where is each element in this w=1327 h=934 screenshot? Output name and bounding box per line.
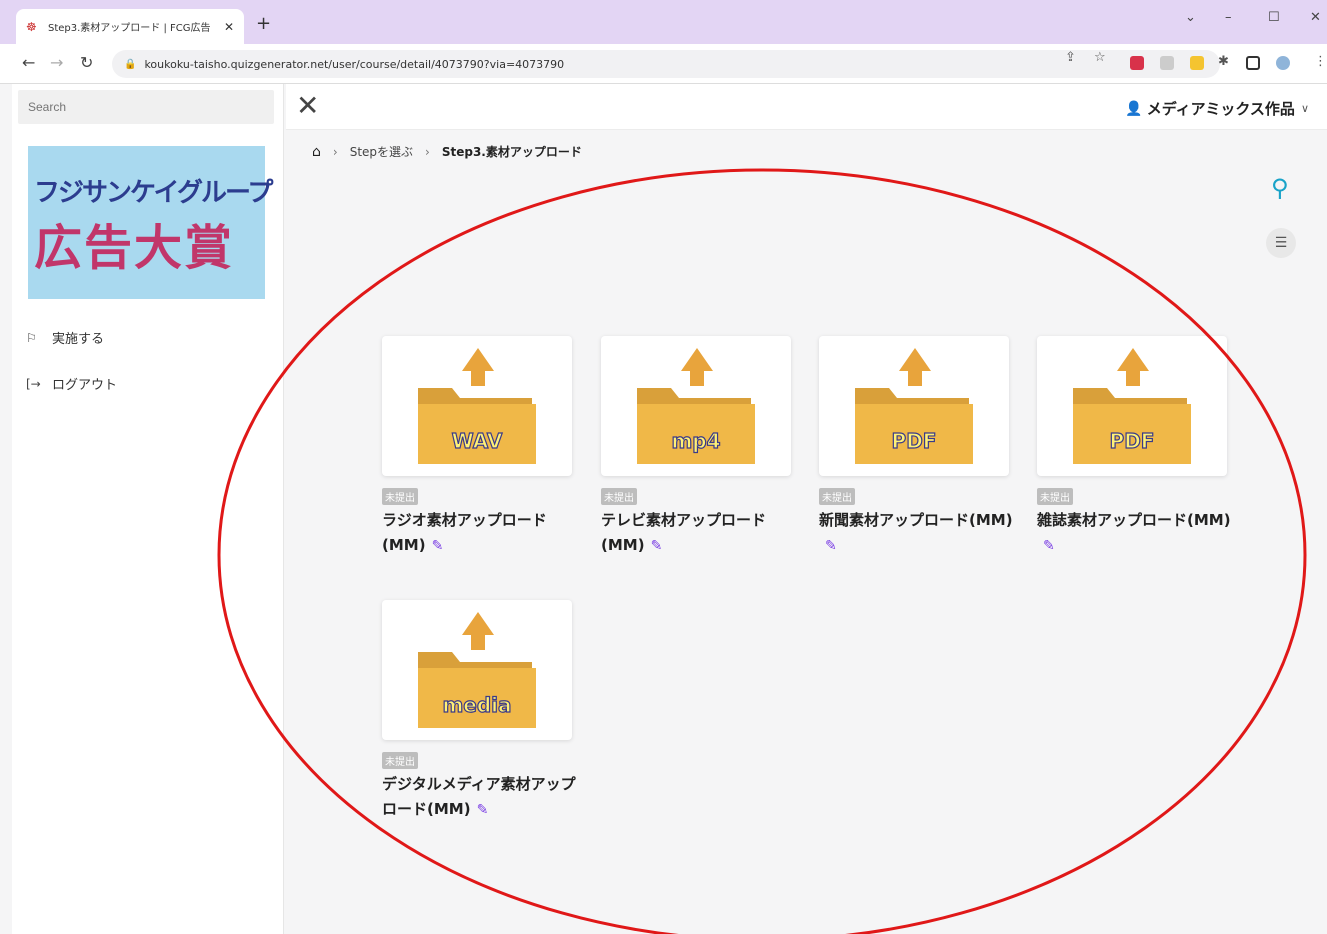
upload-card[interactable]: media 未提出 デジタルメディア素材アップロード(MM) ✎ (382, 600, 576, 823)
upload-card[interactable]: PDF 未提出 新聞素材アップロード(MM) ✎ (819, 336, 1013, 559)
card-title[interactable]: ラジオ素材アップロード(MM) ✎ (382, 508, 582, 559)
status-badge: 未提出 (819, 488, 855, 505)
upload-card[interactable]: mp4 未提出 テレビ素材アップロード(MM) ✎ (601, 336, 791, 559)
upload-card-image[interactable]: PDF (819, 336, 1009, 476)
site-favicon-icon: ☸ (26, 19, 37, 34)
edit-icon[interactable]: ✎ (825, 534, 837, 559)
breadcrumb-current: Step3.素材アップロード (441, 145, 582, 159)
breadcrumb: ⌂ › Stepを選ぶ › Step3.素材アップロード (312, 143, 582, 160)
breadcrumb-separator-icon: › (332, 144, 338, 159)
window-close-icon[interactable]: ✕ (1310, 10, 1321, 25)
browser-menu-icon[interactable]: ⋮ (1314, 54, 1327, 69)
card-title-text: テレビ素材アップロード(MM) (601, 511, 767, 554)
file-type-label: PDF (1110, 429, 1155, 453)
upload-card-image[interactable]: mp4 (601, 336, 791, 476)
chevron-down-icon: ∨ (1300, 102, 1309, 115)
user-name: メディアミックス作品 (1146, 100, 1295, 118)
card-title[interactable]: 新聞素材アップロード(MM) ✎ (819, 508, 1019, 559)
edit-icon[interactable]: ✎ (651, 534, 663, 559)
breadcrumb-separator-icon: › (425, 144, 430, 159)
forward-icon[interactable]: → (50, 54, 63, 72)
extension-icon[interactable] (1190, 56, 1204, 70)
extensions-puzzle-icon[interactable]: ✱ (1218, 54, 1229, 69)
sidebar-item-label: 実施する (52, 332, 105, 347)
breadcrumb-step-select[interactable]: Stepを選ぶ (350, 143, 413, 160)
upload-folder-icon: mp4 (637, 348, 755, 464)
card-title[interactable]: テレビ素材アップロード(MM) ✎ (601, 508, 801, 559)
close-menu-icon[interactable]: ✕ (296, 90, 319, 122)
side-panel-icon[interactable] (1246, 56, 1260, 70)
tab-close-icon[interactable]: ✕ (224, 20, 234, 34)
new-tab-button[interactable]: + (256, 14, 271, 34)
card-title[interactable]: 雑誌素材アップロード(MM) ✎ (1037, 508, 1237, 559)
card-title[interactable]: デジタルメディア素材アップロード(MM) ✎ (382, 772, 582, 823)
upload-folder-icon: PDF (1073, 348, 1191, 464)
status-badge: 未提出 (601, 488, 637, 505)
file-type-label: mp4 (671, 429, 720, 453)
sidebar-item-logout[interactable]: [→ ログアウト (26, 374, 118, 394)
status-badge: 未提出 (382, 488, 418, 505)
profile-avatar[interactable] (1276, 56, 1290, 70)
edit-icon[interactable]: ✎ (432, 534, 444, 559)
search-icon[interactable]: ⚲ (1271, 174, 1289, 202)
card-title-text: 雑誌素材アップロード(MM) (1037, 511, 1231, 529)
card-title-text: 新聞素材アップロード(MM) (819, 511, 1013, 529)
sidebar: フジサンケイグループ 広告大賞 ⚐ 実施する [→ ログアウト (12, 84, 284, 934)
upload-card[interactable]: PDF 未提出 雑誌素材アップロード(MM) ✎ (1037, 336, 1231, 559)
share-icon[interactable]: ⇪ (1065, 50, 1076, 65)
logo-line1: フジサンケイグループ (34, 178, 273, 208)
browser-toolbar: ← → ↻ 🔒 koukoku-taisho.quizgenerator.net… (0, 44, 1327, 84)
sidebar-item-label: ログアウト (52, 378, 118, 393)
sidebar-item-start[interactable]: ⚐ 実施する (26, 328, 105, 348)
status-badge: 未提出 (382, 752, 418, 769)
url-text: koukoku-taisho.quizgenerator.net/user/co… (144, 57, 565, 71)
upload-folder-icon: WAV (418, 348, 536, 464)
logo-line2: 広告大賞 (34, 220, 235, 276)
file-type-label: media (442, 693, 511, 717)
user-icon: 👤 (1125, 100, 1143, 117)
tab-title: Step3.素材アップロード | FCG広告 (48, 23, 211, 34)
upload-folder-icon: media (418, 612, 536, 728)
browser-tab[interactable]: ☸ Step3.素材アップロード | FCG広告 ✕ (16, 9, 244, 44)
extension-icon[interactable] (1130, 56, 1144, 70)
upload-folder-icon: PDF (855, 348, 973, 464)
list-view-icon[interactable]: ☰ (1266, 228, 1296, 258)
site-logo[interactable]: フジサンケイグループ 広告大賞 (28, 146, 273, 299)
tab-search-icon[interactable]: ⌄ (1185, 10, 1196, 25)
camera-extension-icon[interactable] (1160, 56, 1174, 70)
flag-icon: ⚐ (26, 330, 37, 345)
upload-card-image[interactable]: WAV (382, 336, 572, 476)
user-menu[interactable]: 👤 メディアミックス作品 ∨ (1125, 98, 1309, 119)
sidebar-search-input[interactable] (18, 90, 274, 124)
bookmark-star-icon[interactable]: ☆ (1094, 50, 1106, 65)
edit-icon[interactable]: ✎ (477, 798, 489, 823)
file-type-label: WAV (452, 429, 503, 453)
logout-icon: [→ (26, 376, 41, 391)
card-title-text: ラジオ素材アップロード(MM) (382, 511, 547, 554)
lock-icon: 🔒 (124, 58, 137, 70)
address-bar[interactable]: 🔒 koukoku-taisho.quizgenerator.net/user/… (112, 50, 1220, 78)
upload-card-image[interactable]: media (382, 600, 572, 740)
status-badge: 未提出 (1037, 488, 1073, 505)
maximize-icon[interactable]: ☐ (1268, 10, 1280, 25)
minimize-icon[interactable]: – (1225, 10, 1232, 25)
home-icon[interactable]: ⌂ (312, 144, 321, 160)
file-type-label: PDF (892, 429, 937, 453)
browser-tab-bar: ☸ Step3.素材アップロード | FCG広告 ✕ + ⌄ – ☐ ✕ (0, 0, 1327, 44)
upload-card-image[interactable]: PDF (1037, 336, 1227, 476)
app-header: ✕ 👤 メディアミックス作品 ∨ (286, 84, 1327, 130)
back-icon[interactable]: ← (22, 54, 35, 72)
upload-card[interactable]: WAV 未提出 ラジオ素材アップロード(MM) ✎ (382, 336, 572, 559)
reload-icon[interactable]: ↻ (80, 54, 93, 72)
edit-icon[interactable]: ✎ (1043, 534, 1055, 559)
